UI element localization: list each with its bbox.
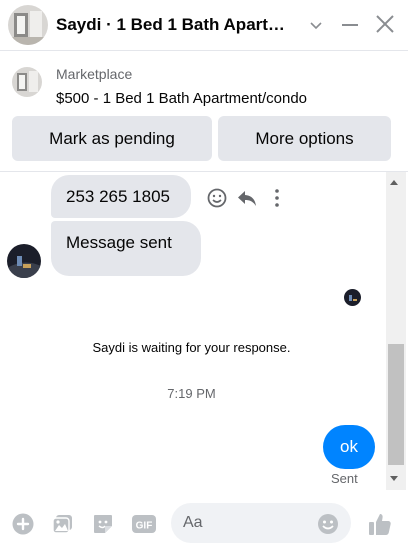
thumbs-up-icon[interactable] bbox=[367, 511, 393, 537]
emoji-reaction-icon[interactable] bbox=[205, 186, 229, 210]
listing-title[interactable]: $500 - 1 Bed 1 Bath Apartment/condo bbox=[56, 90, 307, 107]
gif-label: GIF bbox=[136, 521, 153, 532]
message-actions bbox=[205, 186, 289, 210]
thread-divider bbox=[0, 171, 408, 172]
scrollbar-thumb[interactable] bbox=[388, 344, 404, 465]
message-timestamp: 7:19 PM bbox=[167, 386, 216, 401]
message-composer: GIF Aa bbox=[0, 498, 408, 558]
message-text: Message sent bbox=[66, 233, 172, 252]
sticker-icon[interactable] bbox=[91, 512, 115, 536]
chat-title[interactable]: Saydi · 1 Bed 1 Bath Apart… bbox=[56, 15, 285, 35]
mark-as-pending-button[interactable]: Mark as pending bbox=[12, 116, 212, 161]
gif-icon[interactable]: GIF bbox=[131, 512, 156, 536]
scroll-up-arrow-icon[interactable] bbox=[390, 180, 398, 185]
emoji-icon[interactable] bbox=[316, 512, 340, 536]
message-text: ok bbox=[340, 437, 358, 456]
more-options-button[interactable]: More options bbox=[218, 116, 391, 161]
delivery-status: Sent bbox=[331, 471, 358, 486]
seen-indicator-avatar bbox=[344, 289, 361, 306]
chevron-down-icon[interactable] bbox=[305, 14, 327, 36]
reply-icon[interactable] bbox=[235, 186, 259, 210]
marketplace-label: Marketplace bbox=[56, 66, 133, 82]
more-vertical-icon[interactable] bbox=[265, 186, 289, 210]
close-icon[interactable] bbox=[373, 12, 397, 36]
outgoing-message-bubble[interactable]: ok bbox=[323, 425, 375, 469]
scroll-down-arrow-icon[interactable] bbox=[390, 476, 398, 481]
waiting-notice: Saydi is waiting for your response. bbox=[92, 340, 291, 355]
photo-icon[interactable] bbox=[51, 512, 75, 536]
message-text: 253 265 1805 bbox=[66, 187, 170, 206]
peer-avatar[interactable] bbox=[7, 244, 41, 278]
message-input-placeholder: Aa bbox=[183, 514, 203, 531]
message-bubble-phone[interactable]: 253 265 1805 bbox=[51, 175, 191, 218]
minimize-icon[interactable] bbox=[339, 14, 361, 36]
chat-header: Saydi · 1 Bed 1 Bath Apart… bbox=[0, 0, 408, 50]
add-icon[interactable] bbox=[11, 512, 35, 536]
header-divider bbox=[0, 50, 408, 51]
message-bubble-sent-notice[interactable]: Message sent bbox=[51, 221, 201, 276]
contact-avatar[interactable] bbox=[8, 5, 48, 45]
listing-thumbnail[interactable] bbox=[12, 67, 42, 97]
